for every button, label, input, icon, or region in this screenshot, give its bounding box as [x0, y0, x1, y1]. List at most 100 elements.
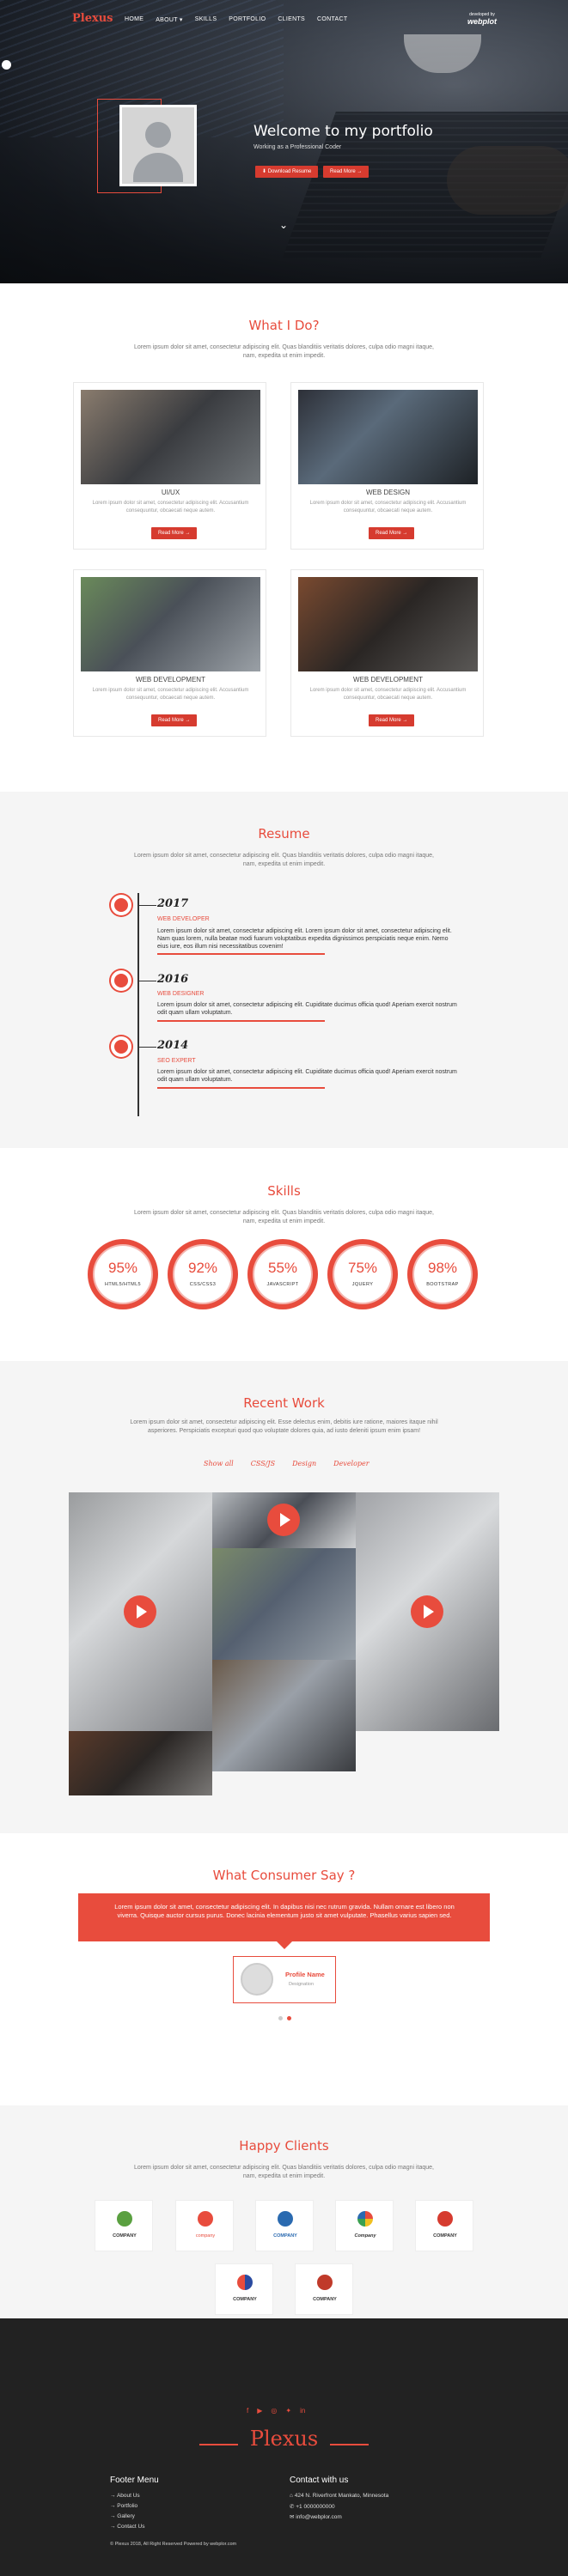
filter-developer[interactable]: Developer [333, 1460, 369, 1467]
twitter-icon[interactable]: ✦ [285, 2407, 291, 2415]
avatar [119, 105, 197, 186]
carousel-dot[interactable] [278, 2016, 283, 2020]
footer-link-contact[interactable]: → Contact Us [110, 2524, 144, 2530]
service-text: Lorem ipsum dolor sit amet, consectetur … [309, 501, 467, 513]
youtube-icon[interactable]: ▶ [257, 2407, 262, 2415]
client-mark [198, 2211, 213, 2227]
service-read-more-label: Read More [376, 718, 401, 723]
service-read-more-button[interactable]: Read More → [369, 714, 415, 726]
facebook-icon[interactable]: f [247, 2407, 248, 2415]
portfolio-item[interactable] [356, 1492, 499, 1731]
resume-text: Lorem ipsum dolor sit amet, consectetur … [157, 1069, 457, 1083]
profile-name: Profile Name [285, 1971, 325, 1978]
skill-circle: 98% BOOTSTRAP [407, 1239, 478, 1309]
carousel-dot-active[interactable] [287, 2016, 291, 2020]
skill-circle-inner: 75% JQUERY [334, 1246, 391, 1303]
avatar-body [133, 153, 183, 182]
filter-show-all[interactable]: Show all [204, 1460, 234, 1467]
play-icon[interactable] [124, 1595, 156, 1628]
client-mark [278, 2211, 293, 2227]
resume-year: 2014 [157, 1039, 189, 1052]
service-read-more-label: Read More [376, 531, 401, 536]
skills-desc: Lorem ipsum dolor sit amet, consectetur … [133, 1210, 434, 1224]
linkedin-icon[interactable]: in [300, 2407, 305, 2415]
quote-arrow [277, 1941, 292, 1949]
testimonial-quote: Lorem ipsum dolor sit amet, consectetur … [78, 1893, 490, 1949]
client-logo[interactable]: Company [335, 2200, 394, 2251]
copyright: © Plexus 2018, All Right Reserved Powere… [110, 2542, 237, 2547]
client-logo[interactable]: COMPANY [95, 2200, 153, 2251]
client-name: COMPANY [233, 2297, 257, 2302]
resume-underline [157, 1087, 325, 1089]
service-read-more-button[interactable]: Read More → [151, 714, 198, 726]
skills-title: Skills [267, 1183, 301, 1199]
portfolio-item[interactable] [69, 1731, 212, 1795]
play-icon[interactable] [267, 1504, 300, 1536]
arrow-right-icon: → [402, 718, 408, 723]
instagram-icon[interactable]: ◎ [271, 2407, 277, 2415]
service-read-more-button[interactable]: Read More → [151, 527, 198, 539]
client-logo[interactable]: COMPANY [295, 2263, 353, 2315]
nav-item-clients[interactable]: CLIENTS [278, 16, 305, 23]
client-name: COMPANY [313, 2297, 337, 2302]
skill-circle: 95% HTML5/HTML5 [88, 1239, 158, 1309]
brand-name: webplot [467, 17, 497, 26]
service-read-more-label: Read More [158, 531, 184, 536]
arrow-right-icon: → [357, 169, 363, 174]
footer-link-portfolio[interactable]: → Portfolio [110, 2503, 137, 2509]
service-title: WEB DEVELOPMENT [136, 676, 205, 683]
client-name: company [195, 2233, 216, 2239]
portfolio-item[interactable] [69, 1492, 212, 1731]
timeline-dot [111, 1036, 131, 1057]
skill-circle-inner: 95% HTML5/HTML5 [95, 1246, 151, 1303]
hero-overlay [0, 0, 568, 283]
hero-section [0, 0, 568, 283]
testimonial-profile: Profile Name Designation [233, 1956, 336, 2003]
quote-text: Lorem ipsum dolor sit amet, consectetur … [114, 1903, 455, 1919]
service-image [81, 577, 260, 671]
client-mark [237, 2275, 253, 2290]
service-read-more-button[interactable]: Read More → [369, 527, 415, 539]
footer-link-about[interactable]: → About Us [110, 2493, 140, 2499]
portfolio-item[interactable] [212, 1660, 356, 1771]
scroll-down-icon[interactable]: ⌄ [279, 219, 288, 231]
service-card: UI/UX Lorem ipsum dolor sit amet, consec… [73, 382, 266, 550]
client-logo[interactable]: COMPANY [255, 2200, 314, 2251]
skill-percent: 75% [347, 1260, 378, 1276]
footer-logo-line-right [330, 2444, 369, 2445]
footer-email[interactable]: ✉ info@webplor.com [290, 2513, 342, 2520]
resume-text: Lorem ipsum dolor sit amet, consectetur … [157, 928, 452, 950]
resume-underline [157, 1020, 325, 1022]
site-logo[interactable]: Plexus [72, 12, 113, 25]
client-logo[interactable]: COMPANY [215, 2263, 273, 2315]
testimonial-title: What Consumer Say ? [212, 1868, 356, 1883]
nav-item-skills[interactable]: SKILLS [195, 16, 217, 23]
nav-item-about[interactable]: ABOUT ▾ [156, 16, 183, 23]
skill-percent: 95% [107, 1260, 138, 1276]
play-icon[interactable] [411, 1595, 443, 1628]
client-logo[interactable]: company [175, 2200, 234, 2251]
footer-phone[interactable]: ✆ +1 0000000000 [290, 2503, 335, 2510]
client-name: COMPANY [433, 2233, 457, 2239]
skill-circle: 55% JAVASCRIPT [247, 1239, 318, 1309]
portfolio-item[interactable] [212, 1548, 356, 1660]
portfolio-item[interactable] [212, 1492, 356, 1548]
service-image [298, 577, 478, 671]
skill-circle: 75% JQUERY [327, 1239, 398, 1309]
footer-contact-title: Contact with us [290, 2476, 349, 2485]
developer-brand[interactable]: developed by webplot [467, 12, 498, 31]
portfolio-filters: Show all CSS/JS Design Developer [204, 1460, 370, 1467]
footer-logo[interactable]: Plexus [0, 2427, 568, 2451]
footer-link-gallery[interactable]: → Gallery [110, 2513, 135, 2519]
nav-item-contact[interactable]: CONTACT [317, 16, 347, 23]
settings-icon[interactable] [2, 60, 11, 70]
download-resume-button[interactable]: ⬇ Download Resume [255, 166, 319, 178]
nav-item-portfolio[interactable]: PORTFOLIO [229, 16, 266, 23]
resume-desc: Lorem ipsum dolor sit amet, consectetur … [133, 853, 434, 867]
hero-read-more-button[interactable]: Read More → [323, 166, 370, 178]
filter-design[interactable]: Design [292, 1460, 316, 1467]
filter-css-js[interactable]: CSS/JS [251, 1460, 275, 1467]
client-logo[interactable]: COMPANY [415, 2200, 473, 2251]
client-name: COMPANY [113, 2233, 137, 2239]
nav-item-home[interactable]: HOME [125, 16, 144, 23]
